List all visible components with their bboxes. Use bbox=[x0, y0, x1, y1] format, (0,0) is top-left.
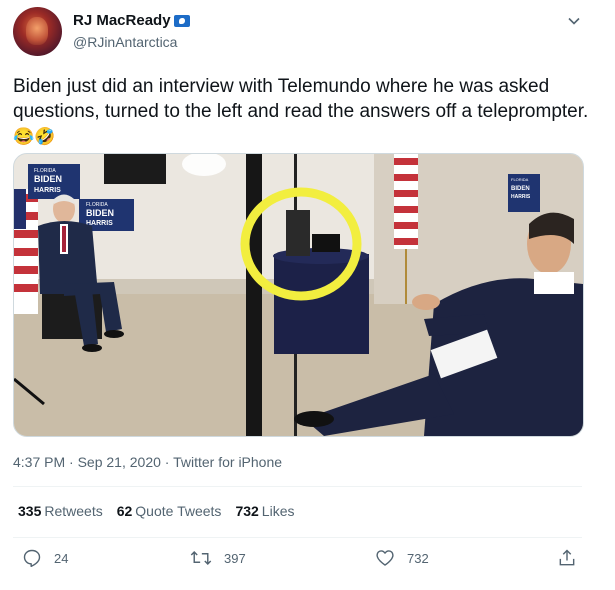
tweet-stats: 335 Retweets 62 Quote Tweets 732 Likes bbox=[18, 503, 294, 519]
tweet-emoji: 😂🤣 bbox=[13, 127, 56, 146]
svg-text:HARRIS: HARRIS bbox=[34, 187, 61, 194]
tweet-body: Biden just did an interview with Telemun… bbox=[13, 76, 589, 122]
retweets-count: 335 bbox=[18, 503, 42, 519]
retweets-stat[interactable]: 335 Retweets bbox=[18, 503, 103, 519]
author-name-row: RJ MacReady bbox=[73, 12, 190, 29]
divider bbox=[13, 486, 582, 487]
light-stand bbox=[246, 154, 262, 436]
like-count: 732 bbox=[407, 550, 429, 566]
svg-text:BIDEN: BIDEN bbox=[511, 186, 530, 192]
tweet: RJ MacReady @RJinAntarctica Biden just d… bbox=[0, 0, 615, 590]
likes-label: Likes bbox=[261, 503, 295, 519]
retweet-count: 397 bbox=[224, 550, 246, 566]
reply-button[interactable]: 24 bbox=[22, 548, 68, 568]
avatar[interactable] bbox=[13, 7, 62, 56]
likes-count: 732 bbox=[235, 503, 259, 519]
likes-stat[interactable]: 732 Likes bbox=[235, 503, 294, 519]
tweet-photo[interactable]: FLORIDA BIDEN HARRIS FLORIDA BIDEN HARRI… bbox=[13, 153, 584, 437]
chevron-down-icon[interactable] bbox=[567, 14, 581, 28]
divider bbox=[13, 537, 582, 538]
flag-badge-icon bbox=[173, 14, 190, 27]
tweet-time[interactable]: 4:37 PM bbox=[13, 454, 65, 470]
heart-icon bbox=[376, 550, 394, 566]
svg-text:HARRIS: HARRIS bbox=[511, 194, 531, 200]
tweet-actions: 24 397 732 bbox=[0, 548, 615, 576]
author-display-name[interactable]: RJ MacReady bbox=[73, 12, 171, 29]
svg-text:BIDEN: BIDEN bbox=[86, 208, 114, 218]
retweet-button[interactable]: 397 bbox=[190, 548, 246, 568]
retweet-icon bbox=[190, 551, 212, 565]
share-button[interactable] bbox=[557, 548, 577, 568]
share-icon bbox=[559, 549, 575, 566]
quote-tweets-stat[interactable]: 62 Quote Tweets bbox=[117, 503, 222, 519]
meta-separator: · bbox=[160, 454, 174, 470]
svg-text:BIDEN: BIDEN bbox=[34, 174, 62, 184]
author-handle[interactable]: @RJinAntarctica bbox=[73, 34, 177, 50]
retweets-label: Retweets bbox=[44, 503, 103, 519]
quote-label: Quote Tweets bbox=[135, 503, 222, 519]
reply-count: 24 bbox=[54, 550, 69, 566]
quote-count: 62 bbox=[116, 503, 133, 519]
like-button[interactable]: 732 bbox=[375, 548, 429, 568]
avatar-face bbox=[26, 17, 48, 45]
tweet-source[interactable]: Twitter for iPhone bbox=[173, 454, 282, 470]
meta-separator: · bbox=[65, 454, 78, 470]
tweet-date[interactable]: Sep 21, 2020 bbox=[78, 454, 161, 470]
svg-text:FLORIDA: FLORIDA bbox=[511, 177, 529, 182]
tweet-text: Biden just did an interview with Telemun… bbox=[13, 74, 593, 149]
campaign-sign-right: FLORIDA BIDEN HARRIS bbox=[508, 174, 540, 212]
tweet-meta: 4:37 PM · Sep 21, 2020 · Twitter for iPh… bbox=[13, 454, 282, 470]
campaign-sign-left: FLORIDA BIDEN HARRIS bbox=[28, 164, 80, 199]
left-flag bbox=[14, 189, 38, 314]
reply-icon bbox=[23, 549, 41, 568]
